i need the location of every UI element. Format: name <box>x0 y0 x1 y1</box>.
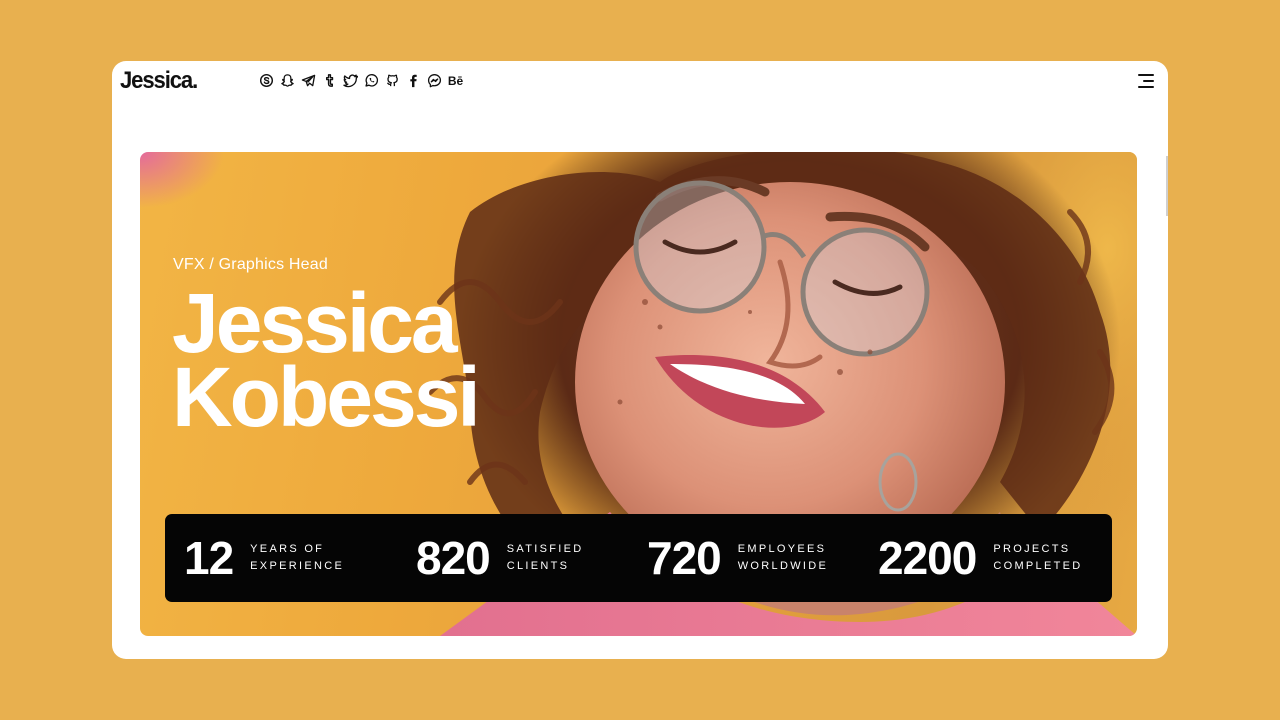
messenger-icon[interactable] <box>426 72 443 89</box>
stat-label-line: WORLDWIDE <box>737 560 829 572</box>
stat-clients: 820 SATISFIED CLIENTS <box>416 514 583 602</box>
hamburger-menu-icon[interactable] <box>1136 73 1154 89</box>
stat-label-line: COMPLETED <box>993 560 1083 572</box>
stat-label-line: SATISFIED <box>506 543 584 555</box>
hero-first-name: Jessica <box>172 276 458 370</box>
stats-bar: 12 YEARS OF EXPERIENCE 820 SATISFIED CLI… <box>165 514 1112 602</box>
telegram-icon[interactable] <box>300 72 317 89</box>
stat-number: 720 <box>647 532 722 584</box>
stat-label: YEARS OF EXPERIENCE <box>250 541 344 575</box>
github-icon[interactable] <box>384 72 401 89</box>
hero-banner: VFX / Graphics Head Jessica Kobessi 12 Y… <box>140 152 1137 636</box>
hero-name: Jessica Kobessi <box>172 276 481 444</box>
stat-label-line: EMPLOYEES <box>737 543 827 555</box>
scrollbar[interactable] <box>1166 156 1168 216</box>
social-links: Bē <box>258 72 464 89</box>
site-header: Jessica. Bē <box>112 61 1168 101</box>
stat-number: 12 <box>184 532 234 584</box>
whatsapp-icon[interactable] <box>363 72 380 89</box>
facebook-icon[interactable] <box>405 72 422 89</box>
tumblr-icon[interactable] <box>321 72 338 89</box>
stat-label: EMPLOYEES WORLDWIDE <box>738 541 828 575</box>
stat-projects: 2200 PROJECTS COMPLETED <box>878 514 1083 602</box>
page-frame: Jessica. Bē VFX / Graphics Head Jessica … <box>112 61 1168 659</box>
stat-number: 2200 <box>878 532 977 584</box>
stat-label-line: CLIENTS <box>506 560 570 572</box>
hero-last-name: Kobessi <box>172 350 481 444</box>
snapchat-icon[interactable] <box>279 72 296 89</box>
stat-label-line: YEARS OF <box>250 543 325 555</box>
skype-icon[interactable] <box>258 72 275 89</box>
stat-label-line: EXPERIENCE <box>250 560 345 572</box>
twitter-icon[interactable] <box>342 72 359 89</box>
site-logo[interactable]: Jessica. <box>120 67 198 95</box>
stat-label-line: PROJECTS <box>993 543 1071 555</box>
stat-number: 820 <box>416 532 491 584</box>
stat-employees: 720 EMPLOYEES WORLDWIDE <box>647 514 828 602</box>
behance-icon[interactable]: Bē <box>447 72 464 89</box>
stat-label: PROJECTS COMPLETED <box>993 541 1082 575</box>
hero-role: VFX / Graphics Head <box>173 256 328 273</box>
stat-label: SATISFIED CLIENTS <box>507 541 584 575</box>
stat-experience: 12 YEARS OF EXPERIENCE <box>184 514 344 602</box>
